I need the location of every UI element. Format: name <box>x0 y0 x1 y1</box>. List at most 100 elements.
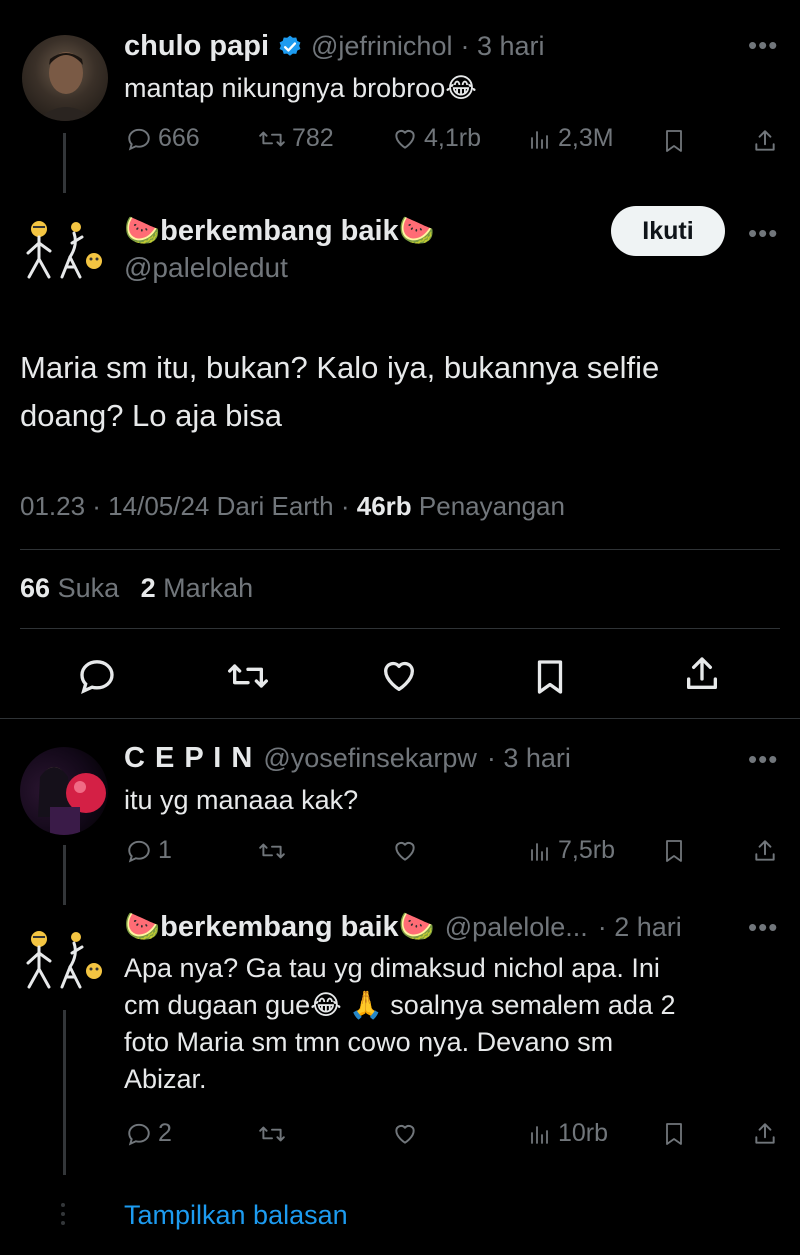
bookmark-button[interactable] <box>662 128 686 159</box>
bookmarks-label: Markah <box>163 573 254 603</box>
reply-icon <box>126 126 152 152</box>
retweet-count: 782 <box>292 124 334 152</box>
tweet-date[interactable]: 01.23 · 14/05/24 Dari Earth · <box>20 491 350 521</box>
reply-count: 666 <box>158 124 200 152</box>
views-count: 7,5rb <box>558 836 615 864</box>
show-replies-link[interactable]: Tampilkan balasan <box>124 1200 348 1231</box>
follow-button[interactable]: Ikuti <box>611 206 725 256</box>
stickman-avatar-graphic <box>26 221 102 279</box>
likes-count: 66 <box>20 573 51 603</box>
share-button[interactable] <box>752 128 778 159</box>
like-button[interactable] <box>392 838 418 869</box>
bookmark-icon <box>532 656 568 698</box>
share-button[interactable] <box>752 838 778 869</box>
like-button[interactable] <box>392 1121 418 1152</box>
author-name[interactable]: 🍉berkembang baik🍉 <box>124 910 435 944</box>
share-button[interactable] <box>752 1121 778 1152</box>
reply-button[interactable]: 1 <box>126 836 172 865</box>
avatar-berkembang-baik[interactable] <box>20 925 110 995</box>
bookmark-button[interactable] <box>532 656 568 703</box>
share-icon <box>752 1121 778 1147</box>
bookmarks-count: 2 <box>140 573 156 603</box>
likes-stat[interactable]: 66 Suka <box>20 573 119 603</box>
reply-button[interactable]: 666 <box>126 124 200 153</box>
share-icon <box>752 128 778 154</box>
retweet-button[interactable] <box>224 656 272 701</box>
like-button[interactable] <box>378 656 420 701</box>
avatar-cepin[interactable] <box>20 747 108 835</box>
reply-icon <box>126 838 152 864</box>
share-icon <box>682 654 722 694</box>
engagement-stats: 66 Suka 2 Markah <box>20 573 253 604</box>
main-tweet-line: Maria sm itu, bukan? Kalo iya, bukannya … <box>20 350 660 385</box>
reply-text: itu yg manaaa kak? <box>124 785 359 815</box>
avatar-berkembang-baik[interactable] <box>20 215 110 285</box>
share-icon <box>752 838 778 864</box>
reply-count: 2 <box>158 1119 172 1147</box>
views-button[interactable]: 10rb <box>528 1119 608 1148</box>
vertical-dots-icon <box>60 1202 66 1231</box>
divider <box>0 718 800 719</box>
retweet-button[interactable]: 782 <box>258 124 334 153</box>
heart-icon <box>378 656 420 696</box>
tweet-time[interactable]: · 3 hari <box>487 743 571 774</box>
views-button[interactable]: 2,3M <box>528 124 614 153</box>
like-count: 4,1rb <box>424 124 481 152</box>
reply-button[interactable]: 2 <box>126 1119 172 1148</box>
thread-line <box>63 845 66 905</box>
thread-line <box>63 1010 66 1175</box>
more-options-icon[interactable]: ••• <box>748 744 778 775</box>
author-name[interactable]: 🍉berkembang baik🍉 <box>124 214 435 248</box>
reply-line: Abizar. <box>124 1064 207 1094</box>
reply-line: foto Maria sm tmn cowo nya. Devano sm <box>124 1027 614 1057</box>
bookmark-button[interactable] <box>662 838 686 869</box>
main-tweet-text: Maria sm itu, bukan? Kalo iya, bukannya … <box>20 344 659 440</box>
reply-icon <box>76 656 118 696</box>
bookmark-icon <box>662 838 686 864</box>
avatar-chulo-papi[interactable] <box>22 35 108 121</box>
bookmark-icon <box>662 128 686 154</box>
author-name[interactable]: chulo papi <box>124 30 269 63</box>
tweet-meta: 01.23 · 14/05/24 Dari Earth · 46rb Penay… <box>20 491 565 522</box>
tweet-time[interactable]: · 3 hari <box>460 31 544 62</box>
dots-graphic <box>61 1203 65 1225</box>
views-button[interactable]: 7,5rb <box>528 836 615 865</box>
verified-badge-icon <box>277 34 303 60</box>
views-chart-icon <box>528 126 552 152</box>
views-label: Penayangan <box>418 491 565 521</box>
author-handle[interactable]: @yosefinsekarpw <box>263 743 477 774</box>
more-options-icon[interactable]: ••• <box>748 218 778 249</box>
author-handle[interactable]: @paleloledut <box>124 252 288 284</box>
thread-line <box>63 133 66 193</box>
divider <box>20 628 780 629</box>
retweet-button[interactable] <box>258 838 286 869</box>
bookmark-icon <box>662 1121 686 1147</box>
heart-icon <box>392 838 418 864</box>
retweet-icon <box>258 126 286 152</box>
retweet-icon <box>258 838 286 864</box>
likes-label: Suka <box>57 573 120 603</box>
bookmarks-stat[interactable]: 2 Markah <box>141 573 254 603</box>
retweet-button[interactable] <box>258 1121 286 1152</box>
reply-text: Apa nya? Ga tau yg dimaksud nichol apa. … <box>124 950 675 1098</box>
author-handle[interactable]: @palelole... <box>445 912 588 943</box>
author-name[interactable]: C E P I N <box>124 742 253 775</box>
tweet-time[interactable]: · 2 hari <box>598 912 682 943</box>
more-options-icon[interactable]: ••• <box>748 30 778 61</box>
author-handle[interactable]: @jefrinichol <box>311 31 452 62</box>
more-options-icon[interactable]: ••• <box>748 912 778 943</box>
retweet-icon <box>258 1121 286 1147</box>
heart-icon <box>392 1121 418 1147</box>
views-count: 2,3M <box>558 124 614 152</box>
views-count: 46rb <box>356 491 412 521</box>
views-chart-icon <box>528 1121 552 1147</box>
share-button[interactable] <box>682 654 722 699</box>
retweet-icon <box>224 656 272 696</box>
reply-button[interactable] <box>76 656 118 701</box>
avatar-face-graphic <box>36 52 96 121</box>
views-count: 10rb <box>558 1119 609 1147</box>
divider <box>20 549 780 550</box>
stickman-avatar-graphic <box>26 931 102 989</box>
bookmark-button[interactable] <box>662 1121 686 1152</box>
like-button[interactable]: 4,1rb <box>392 124 481 153</box>
